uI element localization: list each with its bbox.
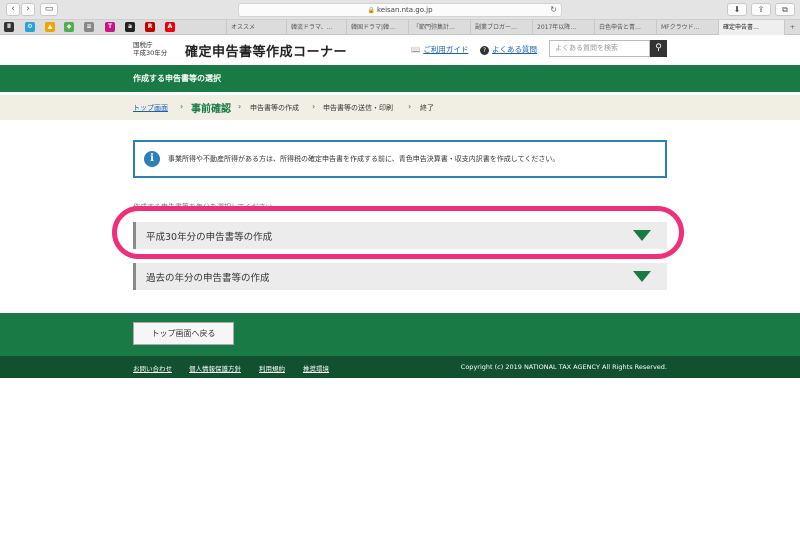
favorites-bar: Ⅱ ⚙ ▲ ◆ ≡ T a R A オススメ 韓流ドラマ、… 韓国ドラマ|韓… … [0, 20, 800, 35]
page-title: 作成する申告書等の選択 [133, 74, 221, 83]
agency-name: 国税庁 [133, 41, 153, 49]
lock-icon: 🔒 [367, 7, 375, 14]
breadcrumb-step: 申告書等の作成 [250, 104, 299, 112]
bookmark-icon[interactable]: ⚙ [25, 22, 35, 32]
favorite-tab[interactable]: 白色申告と青… [594, 20, 656, 35]
favorite-tab[interactable]: MFクラウド… [656, 20, 718, 35]
chevron-right-icon: › [408, 102, 412, 111]
reload-icon[interactable]: ↻ [550, 4, 557, 16]
footer-link-privacy[interactable]: 個人情報保護方針 [189, 363, 241, 373]
chevron-right-icon: › [238, 102, 242, 111]
highlight-annotation [112, 206, 684, 259]
favorite-tab-active[interactable]: 確定申告書… [718, 20, 784, 35]
browser-toolbar: ‹ › ▭ 🔒 keisan.nta.go.jp ↻ ⬇ ⇪ ⧉ [0, 0, 800, 20]
bookmark-icon[interactable]: a [125, 22, 135, 32]
breadcrumb: トップ画面 › 事前確認 › 申告書等の作成 › 申告書等の送信・印刷 › 終了 [0, 95, 800, 120]
chevron-right-icon: › [180, 102, 184, 111]
breadcrumb-current: 事前確認 [191, 104, 231, 115]
bookmark-icon[interactable]: ▲ [45, 22, 55, 32]
favorite-tab[interactable]: 副業ブロガー… [470, 20, 532, 35]
breadcrumb-step: 終了 [420, 104, 434, 112]
download-icon[interactable]: ⬇ [727, 3, 747, 16]
guide-link[interactable]: 📖 ご利用ガイド [411, 44, 468, 55]
bookmark-icon[interactable]: T [105, 22, 115, 32]
footer-link-terms[interactable]: 利用規約 [259, 363, 285, 373]
search-input[interactable]: よくある質問を検索 [549, 40, 650, 57]
chevron-down-icon [633, 271, 651, 282]
url-text: keisan.nta.go.jp [376, 6, 433, 14]
info-icon: i [144, 151, 160, 167]
option-label: 過去の年分の申告書等の作成 [146, 273, 270, 284]
search-icon[interactable]: ⚲ [650, 40, 667, 57]
bookmark-icon[interactable]: ≡ [84, 22, 94, 32]
site-title: 確定申告書等作成コーナー [185, 45, 348, 60]
favorite-tab[interactable]: 2017年以降… [532, 20, 594, 35]
address-bar[interactable]: 🔒 keisan.nta.go.jp ↻ [238, 3, 562, 17]
back-to-top-button[interactable]: トップ画面へ戻る [133, 322, 234, 345]
back-icon[interactable]: ‹ [6, 3, 20, 16]
chevron-right-icon: › [312, 102, 316, 111]
tax-year: 平成30年分 [133, 49, 168, 57]
breadcrumb-top-link[interactable]: トップ画面 [133, 103, 168, 113]
book-icon: 📖 [411, 45, 421, 54]
bookmark-icon[interactable]: R [145, 22, 155, 32]
option-past-years[interactable]: 過去の年分の申告書等の作成 [133, 263, 667, 290]
footer-links-bar: お問い合わせ 個人情報保護方針 利用規約 推奨環境 Copyright (c) … [0, 356, 800, 378]
forward-icon[interactable]: › [21, 3, 35, 16]
tabs-icon[interactable]: ⧉ [775, 3, 795, 16]
footer-actions: トップ画面へ戻る [0, 313, 800, 356]
guide-label: ご利用ガイド [423, 45, 469, 54]
favorite-tab[interactable]: 韓国ドラマ|韓… [346, 20, 408, 35]
bookmark-icon[interactable]: ◆ [64, 22, 74, 32]
favorite-tab[interactable]: 韓流ドラマ、… [286, 20, 346, 35]
info-text: 事業所得や不動産所得がある方は、所得税の確定申告書を作成する前に、青色申告決算書… [168, 155, 560, 163]
faq-link[interactable]: ? よくある質問 [480, 44, 537, 55]
agency-label: 国税庁 平成30年分 [133, 41, 167, 57]
info-notice: i 事業所得や不動産所得がある方は、所得税の確定申告書を作成する前に、青色申告決… [133, 140, 667, 178]
footer-link-contact[interactable]: お問い合わせ [133, 363, 172, 373]
bookmark-icon[interactable]: Ⅱ [4, 22, 14, 32]
sidebar-icon[interactable]: ▭ [40, 3, 58, 16]
question-icon: ? [480, 46, 489, 55]
breadcrumb-step: 申告書等の送信・印刷 [323, 104, 393, 112]
favorite-tab[interactable]: 「節門弥集計… [408, 20, 470, 35]
favorite-tab[interactable]: オススメ [226, 20, 286, 35]
site-header: 国税庁 平成30年分 確定申告書等作成コーナー 📖 ご利用ガイド ? よくある質問 … [0, 35, 800, 63]
share-icon[interactable]: ⇪ [751, 3, 771, 16]
new-tab-icon[interactable]: + [784, 20, 800, 35]
bookmark-icon[interactable]: A [165, 22, 175, 32]
copyright-text: Copyright (c) 2019 NATIONAL TAX AGENCY A… [460, 363, 667, 371]
page-banner: 作成する申告書等の選択 [0, 65, 800, 92]
footer-link-environment[interactable]: 推奨環境 [303, 363, 329, 373]
faq-label: よくある質問 [492, 45, 537, 54]
